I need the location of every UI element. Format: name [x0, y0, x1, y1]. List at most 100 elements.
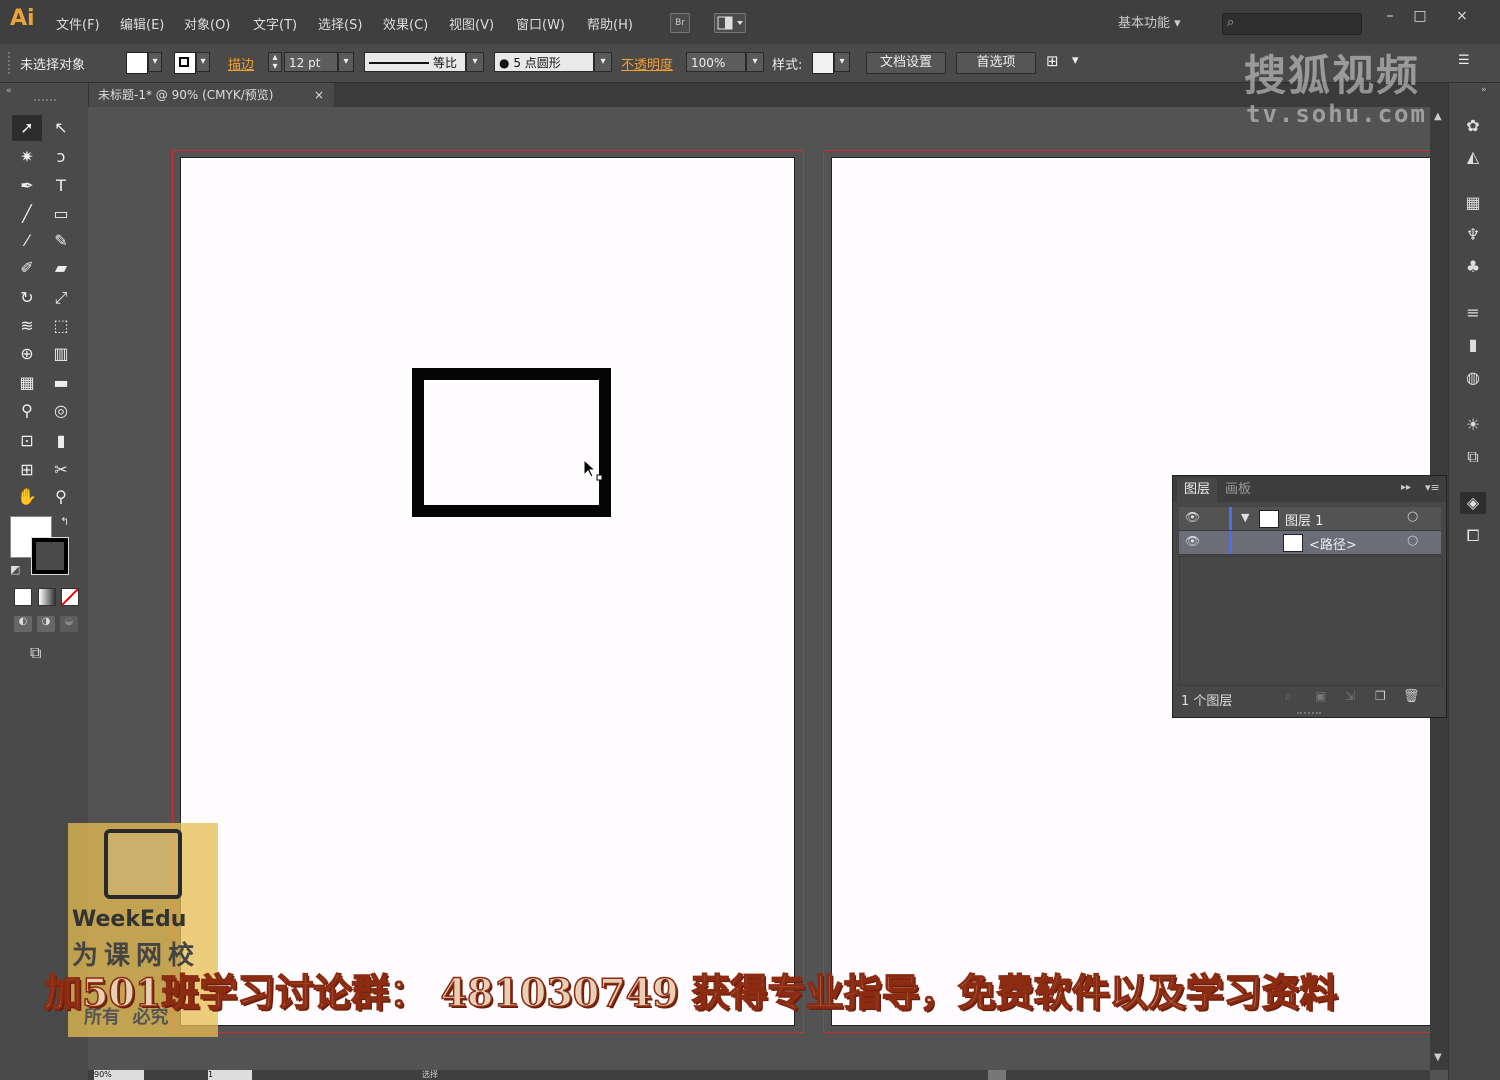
type-tool-icon[interactable]: T: [46, 173, 76, 199]
color-mode-icon[interactable]: [14, 588, 32, 606]
menu-effect[interactable]: 效果(C): [383, 14, 428, 33]
control-panel-menu-icon[interactable]: ☰: [1458, 53, 1470, 68]
blob-brush-tool-icon[interactable]: ✐: [12, 255, 42, 281]
trash-icon[interactable]: 🗑: [1403, 689, 1420, 704]
close-button[interactable]: ×: [1450, 7, 1474, 25]
document-setup-button[interactable]: 文档设置: [866, 52, 946, 74]
collapse-panel-icon[interactable]: «: [6, 86, 12, 96]
target-circle-icon[interactable]: ○: [1407, 509, 1418, 524]
brush-definition[interactable]: ● 5 点圆形: [494, 52, 594, 72]
gradient-mode-icon[interactable]: [38, 588, 56, 606]
stroke-weight-input[interactable]: 12 pt: [284, 52, 338, 72]
grip-handle[interactable]: [8, 52, 12, 74]
direct-selection-tool-icon[interactable]: ↖: [46, 115, 76, 141]
profile-dropdown-icon[interactable]: ▾: [466, 52, 484, 72]
menu-window[interactable]: 窗口(W): [516, 14, 565, 33]
opacity-dropdown-icon[interactable]: ▾: [746, 52, 764, 72]
stroke-weight-dropdown-icon[interactable]: ▾: [338, 52, 354, 72]
graphic-styles-panel-icon[interactable]: ⧉: [1460, 446, 1486, 468]
opacity-panel-link[interactable]: 不透明度: [621, 54, 673, 73]
help-search-input[interactable]: ⌕: [1222, 13, 1362, 35]
arrange-dropdown-icon[interactable]: ▾: [1072, 53, 1079, 68]
minimize-button[interactable]: –: [1378, 7, 1402, 25]
scroll-up-icon[interactable]: ▲: [1434, 111, 1442, 122]
shape-builder-tool-icon[interactable]: ⊕: [12, 341, 42, 367]
gradient-tool-icon[interactable]: ▬: [46, 370, 76, 396]
page-field[interactable]: 1: [208, 1070, 252, 1080]
artboards-panel-icon[interactable]: ⧠: [1460, 525, 1486, 547]
column-graph-tool-icon[interactable]: ▮: [46, 428, 76, 454]
screen-mode-icon[interactable]: ⧉: [30, 643, 41, 663]
visibility-eye-icon[interactable]: 👁: [1185, 510, 1200, 524]
selection-tool-icon[interactable]: ➚: [12, 115, 42, 141]
menu-help[interactable]: 帮助(H): [587, 14, 633, 33]
arrange-documents-icon[interactable]: [714, 13, 746, 33]
free-transform-tool-icon[interactable]: ⬚: [46, 313, 76, 339]
draw-normal-icon[interactable]: ◐: [14, 616, 32, 632]
appearance-panel-icon[interactable]: ☀: [1460, 414, 1486, 436]
rectangle-tool-icon[interactable]: ▭: [46, 201, 76, 227]
stroke-panel-icon[interactable]: ≡: [1460, 302, 1486, 324]
draw-behind-icon[interactable]: ◑: [37, 616, 55, 632]
make-clipping-mask-icon[interactable]: ▣: [1315, 689, 1326, 703]
layer-row[interactable]: 👁 ▼ 图层 1 ○: [1179, 507, 1441, 531]
new-sublayer-icon[interactable]: ⇲: [1345, 689, 1355, 703]
zoom-field[interactable]: 90%: [94, 1070, 144, 1080]
target-circle-icon[interactable]: ○: [1407, 533, 1418, 548]
menu-type[interactable]: 文字(T): [253, 14, 297, 33]
symbol-sprayer-tool-icon[interactable]: ⊡: [12, 428, 42, 454]
panel-menu-icon[interactable]: ▾≡: [1425, 481, 1440, 494]
pen-tool-icon[interactable]: ✒: [12, 173, 42, 199]
maximize-button[interactable]: □: [1408, 7, 1432, 25]
lasso-tool-icon[interactable]: ↄ: [46, 144, 76, 170]
brushes-panel-icon[interactable]: ♆: [1460, 224, 1486, 246]
blend-tool-icon[interactable]: ◎: [46, 398, 76, 424]
layer-name[interactable]: 图层 1: [1285, 510, 1323, 529]
eyedropper-tool-icon[interactable]: ⚲: [12, 398, 42, 424]
menu-select[interactable]: 选择(S): [318, 14, 362, 33]
stroke-color-swatch[interactable]: [31, 537, 69, 575]
hand-tool-icon[interactable]: ✋: [12, 484, 42, 510]
paintbrush-tool-icon[interactable]: ⁄: [12, 228, 42, 254]
menu-file[interactable]: 文件(F): [56, 14, 100, 33]
collapse-panel-icon[interactable]: ▸▸: [1401, 482, 1411, 493]
none-mode-icon[interactable]: [61, 588, 79, 606]
zoom-tool-icon[interactable]: ⚲: [46, 484, 76, 510]
horizontal-scroll-thumb[interactable]: [988, 1070, 1006, 1080]
fill-swatch[interactable]: [126, 52, 148, 74]
scale-tool-icon[interactable]: ⤢: [46, 285, 76, 311]
gradient-panel-icon[interactable]: ▮: [1460, 334, 1486, 356]
draw-inside-icon[interactable]: ◒: [60, 616, 78, 632]
tab-close-icon[interactable]: ×: [314, 83, 324, 107]
swap-fill-stroke-icon[interactable]: ↰: [60, 515, 69, 528]
color-guide-icon[interactable]: ✿: [1460, 115, 1486, 137]
bridge-button[interactable]: Br: [670, 13, 690, 33]
mesh-tool-icon[interactable]: ▦: [12, 370, 42, 396]
stroke-dropdown-chevron-icon[interactable]: ▾: [196, 52, 210, 72]
menu-object[interactable]: 对象(O): [184, 14, 230, 33]
artboard-1[interactable]: [180, 157, 795, 1026]
perspective-grid-tool-icon[interactable]: ▥: [46, 341, 76, 367]
scroll-down-icon[interactable]: ▼: [1434, 1052, 1442, 1063]
workspace-switcher[interactable]: 基本功能 ▾: [1118, 12, 1181, 31]
expand-panels-icon[interactable]: »: [1481, 85, 1487, 95]
toolbox-grip[interactable]: [34, 99, 56, 104]
transparency-panel-icon[interactable]: ◍: [1460, 367, 1486, 389]
arrange-icon[interactable]: ⊞: [1046, 52, 1059, 70]
rectangle-path[interactable]: [412, 368, 611, 517]
variable-width-profile[interactable]: 等比: [364, 52, 466, 72]
stroke-swatch[interactable]: [174, 52, 196, 74]
symbols-panel-icon[interactable]: ♣: [1460, 256, 1486, 278]
stroke-panel-link[interactable]: 描边: [228, 54, 254, 73]
color-panel-icon[interactable]: ◭: [1460, 146, 1486, 168]
tab-layers[interactable]: 图层: [1177, 478, 1217, 502]
style-dropdown-icon[interactable]: ▾: [834, 52, 850, 72]
width-tool-icon[interactable]: ≋: [12, 313, 42, 339]
menu-view[interactable]: 视图(V): [449, 14, 494, 33]
pencil-tool-icon[interactable]: ✎: [46, 228, 76, 254]
eraser-tool-icon[interactable]: ▰: [46, 255, 76, 281]
expand-triangle-icon[interactable]: ▼: [1241, 511, 1249, 524]
brush-dropdown-icon[interactable]: ▾: [594, 52, 612, 72]
resize-grip[interactable]: [1297, 712, 1321, 717]
artboard-tool-icon[interactable]: ⊞: [12, 457, 42, 483]
